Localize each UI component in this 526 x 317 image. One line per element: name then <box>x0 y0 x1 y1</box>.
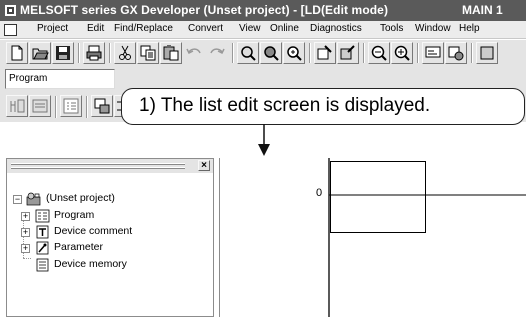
program-icon <box>35 209 50 223</box>
tree-item-program[interactable]: + Program <box>11 209 211 225</box>
project-icon <box>26 192 41 206</box>
paste-icon[interactable] <box>160 42 182 64</box>
toolbar-separator <box>109 43 111 63</box>
comment-mode-icon[interactable] <box>29 95 51 117</box>
toolbar-separator <box>417 43 419 63</box>
program-combo[interactable]: Program <box>5 69 115 89</box>
tree-label-device-memory: Device memory <box>54 258 127 270</box>
menu-bar: Project Edit Find/Replace Convert View O… <box>0 21 526 39</box>
copy-icon[interactable] <box>137 42 159 64</box>
document-icon[interactable] <box>4 24 17 36</box>
window-title: MELSOFT series GX Developer (Unset proje… <box>20 3 389 17</box>
ladder-editor[interactable]: 0 <box>219 158 526 317</box>
callout-arrow-icon <box>258 124 270 156</box>
toolbar-separator <box>86 96 88 118</box>
callout-box: 1) The list edit screen is displayed. <box>121 88 525 125</box>
save-icon[interactable] <box>52 42 74 64</box>
tree-label-device-comment: Device comment <box>54 225 133 237</box>
menu-help[interactable]: Help <box>459 23 480 34</box>
toolbar-separator <box>232 43 234 63</box>
menu-find-replace[interactable]: Find/Replace <box>114 23 173 34</box>
title-bar: MELSOFT series GX Developer (Unset proje… <box>0 0 526 21</box>
read-plc-icon[interactable] <box>337 42 359 64</box>
device-comment-icon <box>36 225 49 239</box>
menu-online[interactable]: Online <box>270 23 299 34</box>
ladder-cursor[interactable] <box>330 161 426 233</box>
toolbar-separator <box>363 43 365 63</box>
program-combo-value: Program <box>9 73 48 84</box>
tree-item-root[interactable]: − (Unset project) <box>11 192 211 208</box>
open-folder-icon[interactable] <box>29 42 51 64</box>
find-instruction-icon[interactable] <box>260 42 282 64</box>
tree-label-root: (Unset project) <box>46 192 115 204</box>
menu-tools[interactable]: Tools <box>380 23 403 34</box>
menu-project[interactable]: Project <box>37 23 68 34</box>
pane-grip <box>11 163 185 165</box>
pane-grip <box>11 167 185 169</box>
find-contact-icon[interactable] <box>283 42 305 64</box>
tree-item-device-memory[interactable]: Device memory <box>11 258 211 274</box>
ladder-mode-icon[interactable] <box>6 95 28 117</box>
monitor-icon[interactable] <box>422 42 444 64</box>
close-icon[interactable]: × <box>198 160 210 171</box>
callout-text: 1) The list edit screen is displayed. <box>139 95 431 116</box>
app-icon <box>5 5 16 16</box>
tree-label-program: Program <box>54 209 95 221</box>
toolbar-overflow-icon[interactable] <box>476 42 498 64</box>
menu-edit[interactable]: Edit <box>87 23 104 34</box>
menu-view[interactable]: View <box>239 23 261 34</box>
undo-icon[interactable] <box>183 42 205 64</box>
toolbar-separator <box>55 96 57 118</box>
list-mode-icon[interactable] <box>60 95 82 117</box>
standard-toolbar <box>0 40 526 65</box>
cut-icon[interactable] <box>114 42 136 64</box>
toolbar-separator <box>471 43 473 63</box>
toolbar-separator <box>309 43 311 63</box>
project-data-pane: × − (Unset project) + Program + Device c… <box>6 158 214 317</box>
tree-item-parameter[interactable]: + Parameter <box>11 241 211 257</box>
monitor-start-icon[interactable] <box>445 42 467 64</box>
device-batch-icon[interactable] <box>91 95 113 117</box>
menu-diagnostics[interactable]: Diagnostics <box>310 23 362 34</box>
print-icon[interactable] <box>83 42 105 64</box>
zoom-out-icon[interactable] <box>391 42 413 64</box>
tree-item-device-comment[interactable]: + Device comment <box>11 225 211 241</box>
device-memory-icon <box>36 258 49 272</box>
collapse-icon[interactable]: − <box>13 195 22 204</box>
write-plc-icon[interactable] <box>314 42 336 64</box>
find-device-icon[interactable] <box>237 42 259 64</box>
toolbar-separator <box>78 43 80 63</box>
parameter-icon <box>36 241 49 255</box>
expand-icon[interactable]: + <box>21 244 30 253</box>
new-file-icon[interactable] <box>6 42 28 64</box>
pane-titlebar[interactable]: × <box>7 159 213 173</box>
redo-icon[interactable] <box>206 42 228 64</box>
expand-icon[interactable]: + <box>21 212 30 221</box>
window-title-right: MAIN 1 <box>462 3 503 17</box>
menu-window[interactable]: Window <box>415 23 451 34</box>
menu-convert[interactable]: Convert <box>188 23 223 34</box>
zoom-in-icon[interactable] <box>368 42 390 64</box>
tree-label-parameter: Parameter <box>54 241 104 253</box>
expand-icon[interactable]: + <box>21 228 30 237</box>
